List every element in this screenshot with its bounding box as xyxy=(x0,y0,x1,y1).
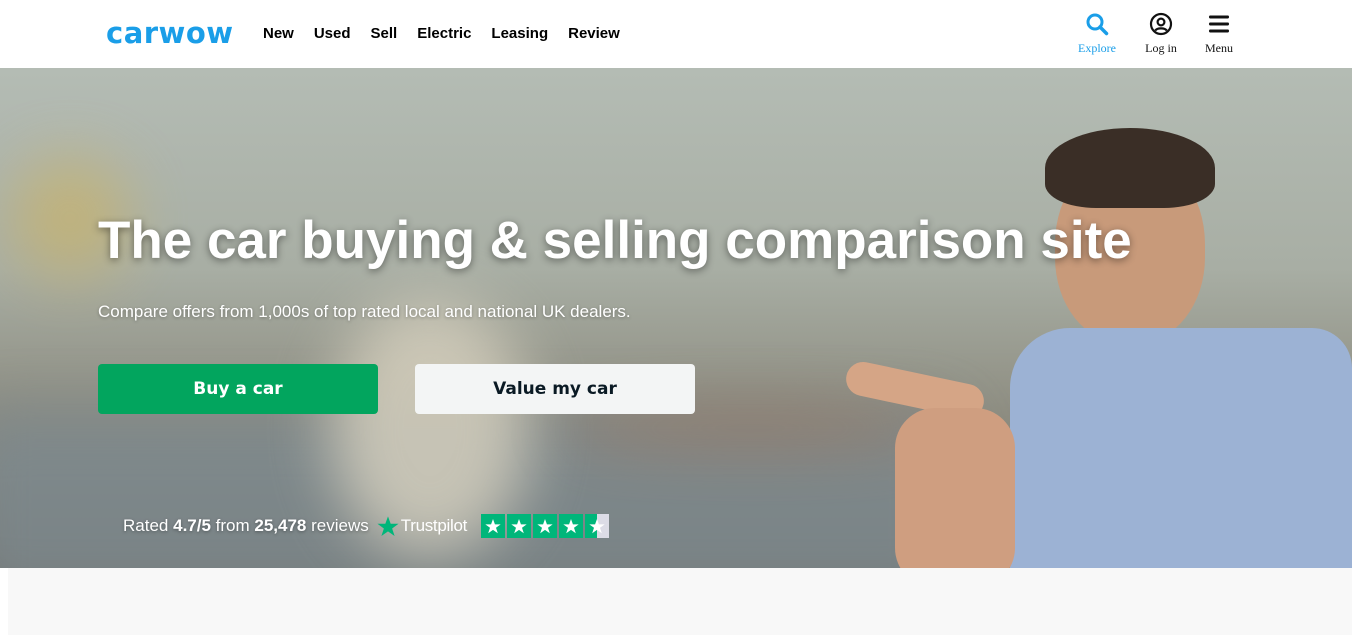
carwow-logo[interactable]: carwow xyxy=(106,17,234,49)
explore-button[interactable]: Explore xyxy=(1075,12,1119,55)
rating-suffix: reviews xyxy=(311,516,369,535)
nav-item-new[interactable]: New xyxy=(263,25,294,43)
site-header: carwow New Used Sell Electric Leasing Re… xyxy=(0,0,1352,68)
hero-presenter-image xyxy=(840,128,1352,568)
trustpilot-logo: Trustpilot xyxy=(377,515,467,537)
login-button[interactable]: Log in xyxy=(1141,12,1181,55)
rating-score: 4.7/5 xyxy=(173,516,211,535)
hero-section: The car buying & selling comparison site… xyxy=(0,68,1352,568)
search-icon xyxy=(1086,13,1109,36)
trustpilot-wordmark: Trustpilot xyxy=(400,516,468,535)
login-label: Log in xyxy=(1145,41,1177,55)
buy-a-car-button[interactable]: Buy a car xyxy=(98,364,378,414)
content-panel xyxy=(8,568,1352,635)
nav-item-review[interactable]: Review xyxy=(568,25,620,43)
trustpilot-star-box xyxy=(507,514,532,538)
trustpilot-star-box xyxy=(585,514,610,538)
explore-label: Explore xyxy=(1078,41,1116,55)
menu-label: Menu xyxy=(1205,41,1233,55)
hero-subtitle: Compare offers from 1,000s of top rated … xyxy=(98,302,631,321)
main-nav: New Used Sell Electric Leasing Review xyxy=(263,25,640,43)
menu-button[interactable]: Menu xyxy=(1201,12,1237,55)
nav-item-sell[interactable]: Sell xyxy=(371,25,398,43)
trustpilot-star-box xyxy=(533,514,558,538)
hamburger-icon xyxy=(1209,15,1229,33)
trustpilot-stars xyxy=(481,514,611,538)
user-circle-icon xyxy=(1149,12,1173,36)
rating-text: Rated 4.7/5 from 25,478 reviews xyxy=(123,516,369,536)
rating-count: 25,478 xyxy=(254,516,307,535)
trustpilot-rating[interactable]: Rated 4.7/5 from 25,478 reviews Trustpil… xyxy=(123,514,611,538)
trustpilot-star-icon xyxy=(377,516,399,536)
presenter-arm xyxy=(895,408,1015,568)
value-my-car-button[interactable]: Value my car xyxy=(415,364,695,414)
rating-prefix: Rated xyxy=(123,516,169,535)
nav-item-used[interactable]: Used xyxy=(314,25,351,43)
trustpilot-star-box xyxy=(559,514,584,538)
trustpilot-star-box xyxy=(481,514,506,538)
nav-item-electric[interactable]: Electric xyxy=(417,25,471,43)
nav-item-leasing[interactable]: Leasing xyxy=(491,25,548,43)
presenter-shirt xyxy=(1010,328,1352,568)
hero-title: The car buying & selling comparison site xyxy=(98,211,1132,270)
presenter-hair xyxy=(1045,128,1215,208)
rating-middle: from xyxy=(215,516,250,535)
